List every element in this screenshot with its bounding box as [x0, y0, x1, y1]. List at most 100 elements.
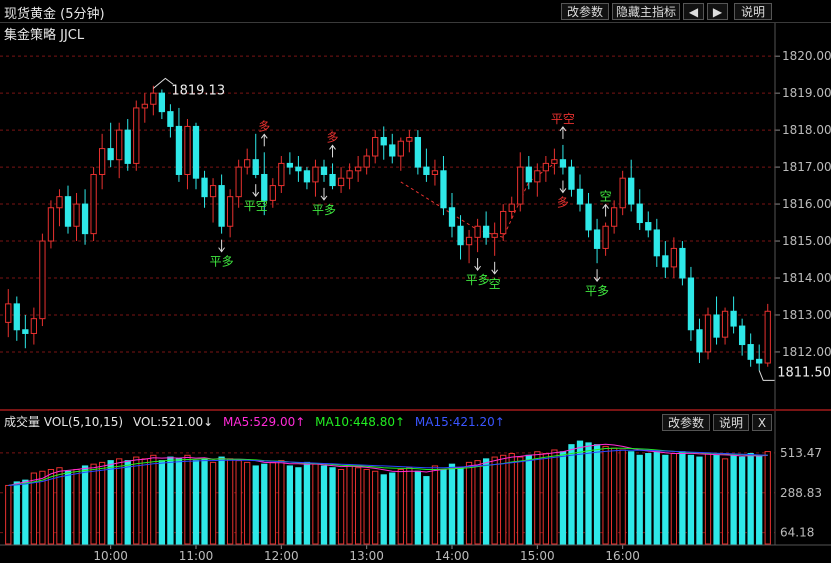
candle-down	[320, 166, 328, 175]
volume-bar	[448, 463, 456, 545]
volume-bar	[329, 467, 336, 545]
volume-bar	[645, 453, 652, 545]
volume-bar	[662, 454, 669, 545]
volume-bar	[244, 461, 251, 545]
volume-bar	[679, 451, 686, 545]
volume-bar	[380, 474, 387, 545]
volume-bar	[517, 456, 524, 545]
time-tick-label: 11:00	[179, 549, 214, 563]
candle-up	[534, 170, 541, 183]
candle-down	[64, 196, 72, 227]
volume-bar	[261, 463, 268, 545]
candle-down	[730, 310, 737, 327]
volume-bar	[406, 467, 413, 545]
volume-bar	[184, 454, 191, 545]
volume-close-button[interactable]: X	[752, 414, 772, 431]
volume-bar	[474, 460, 481, 545]
volume-bar	[525, 454, 532, 545]
candle-down	[679, 247, 686, 279]
volume-bar	[551, 449, 558, 545]
price-tick-label: 1816.00	[782, 197, 831, 211]
candle-up	[235, 166, 242, 198]
candle-down	[414, 137, 422, 168]
candle-down	[576, 188, 584, 205]
candle-up	[39, 240, 46, 320]
volume-bar	[81, 465, 89, 545]
volume-tick-label: 64.18	[780, 526, 814, 540]
candle-up	[116, 129, 123, 161]
candle-up	[372, 137, 379, 157]
time-tick-label: 13:00	[349, 549, 384, 563]
volume-params-button[interactable]: 改参数	[662, 414, 710, 431]
candle-down	[329, 173, 336, 187]
volume-bar	[269, 461, 276, 545]
volume-tick-label: 288.83	[780, 486, 822, 500]
candle-up	[491, 233, 498, 238]
candle-down	[286, 162, 294, 168]
candle-down	[568, 166, 575, 190]
candle-up	[312, 166, 319, 183]
candle-down	[687, 277, 695, 331]
volume-bar	[482, 458, 490, 545]
candle-down	[13, 303, 20, 331]
volume-bar	[158, 460, 166, 545]
candle-up	[278, 162, 285, 187]
price-axis: 1820.00 1819.00 1818.00 1817.00 1816.00 1815.…	[775, 49, 831, 359]
price-tick-label: 1813.00	[782, 308, 831, 322]
help-button[interactable]: 说明	[734, 3, 772, 20]
candle-down	[124, 129, 131, 164]
candle-up	[500, 210, 507, 235]
volume-help-button[interactable]: 说明	[713, 414, 749, 431]
volume-bar	[576, 440, 584, 545]
candle-up	[465, 236, 473, 246]
volume-bar	[610, 447, 618, 545]
candle-down	[636, 203, 643, 224]
candle-up	[431, 170, 439, 175]
candle-up	[602, 225, 609, 249]
candle-down	[22, 329, 29, 334]
signal-label: 平多	[312, 203, 336, 217]
volume-bar	[372, 470, 379, 545]
time-tick-label: 12:00	[264, 549, 299, 563]
volume-bar	[653, 451, 660, 545]
volume-bar	[491, 456, 498, 545]
candle-down	[252, 159, 259, 175]
volume-bar	[312, 463, 319, 545]
volume-bar	[218, 456, 225, 545]
volume-bar	[124, 460, 131, 545]
scroll-right-button[interactable]: ▶	[707, 3, 728, 20]
volume-bar	[440, 468, 447, 545]
candle-down	[559, 159, 567, 168]
volume-bar	[559, 451, 567, 545]
volume-bar	[107, 460, 114, 545]
time-tick-label: 15:00	[520, 549, 555, 563]
signal-label: 平多	[466, 273, 490, 287]
candle-down	[696, 329, 703, 353]
volume-bar	[457, 467, 464, 545]
volume-bar	[619, 449, 626, 545]
volume-bar	[389, 472, 396, 545]
candle-down	[662, 255, 669, 268]
signal-label: 平空	[244, 199, 268, 213]
price-tick-label: 1819.00	[782, 86, 831, 100]
hide-main-indicator-button[interactable]: 隐藏主指标	[612, 3, 680, 20]
candle-down	[107, 148, 114, 161]
volume-bar	[346, 465, 353, 545]
candle-down	[747, 344, 754, 360]
candle-up	[90, 173, 97, 235]
candle-down	[389, 144, 396, 157]
volume-bar	[116, 458, 123, 545]
volume-bar	[764, 451, 771, 545]
change-params-button[interactable]: 改参数	[561, 3, 609, 20]
scroll-left-button[interactable]: ◀	[683, 3, 704, 20]
price-tick-label: 1818.00	[782, 123, 831, 137]
top-toolbar: 现货黄金 (5分钟) 改参数 隐藏主指标 ◀ ▶ 说明	[0, 0, 831, 23]
candle-down	[158, 92, 166, 113]
volume-bar	[226, 458, 234, 545]
volume-bar	[696, 456, 703, 545]
candle-down	[218, 185, 225, 227]
candle-up	[30, 318, 38, 334]
candle-up	[209, 185, 217, 198]
chart-svg: 平多平空多平多多平多 空多平空平多空 1820.001819.001818.001…	[0, 0, 831, 563]
volume-bar	[295, 467, 302, 545]
